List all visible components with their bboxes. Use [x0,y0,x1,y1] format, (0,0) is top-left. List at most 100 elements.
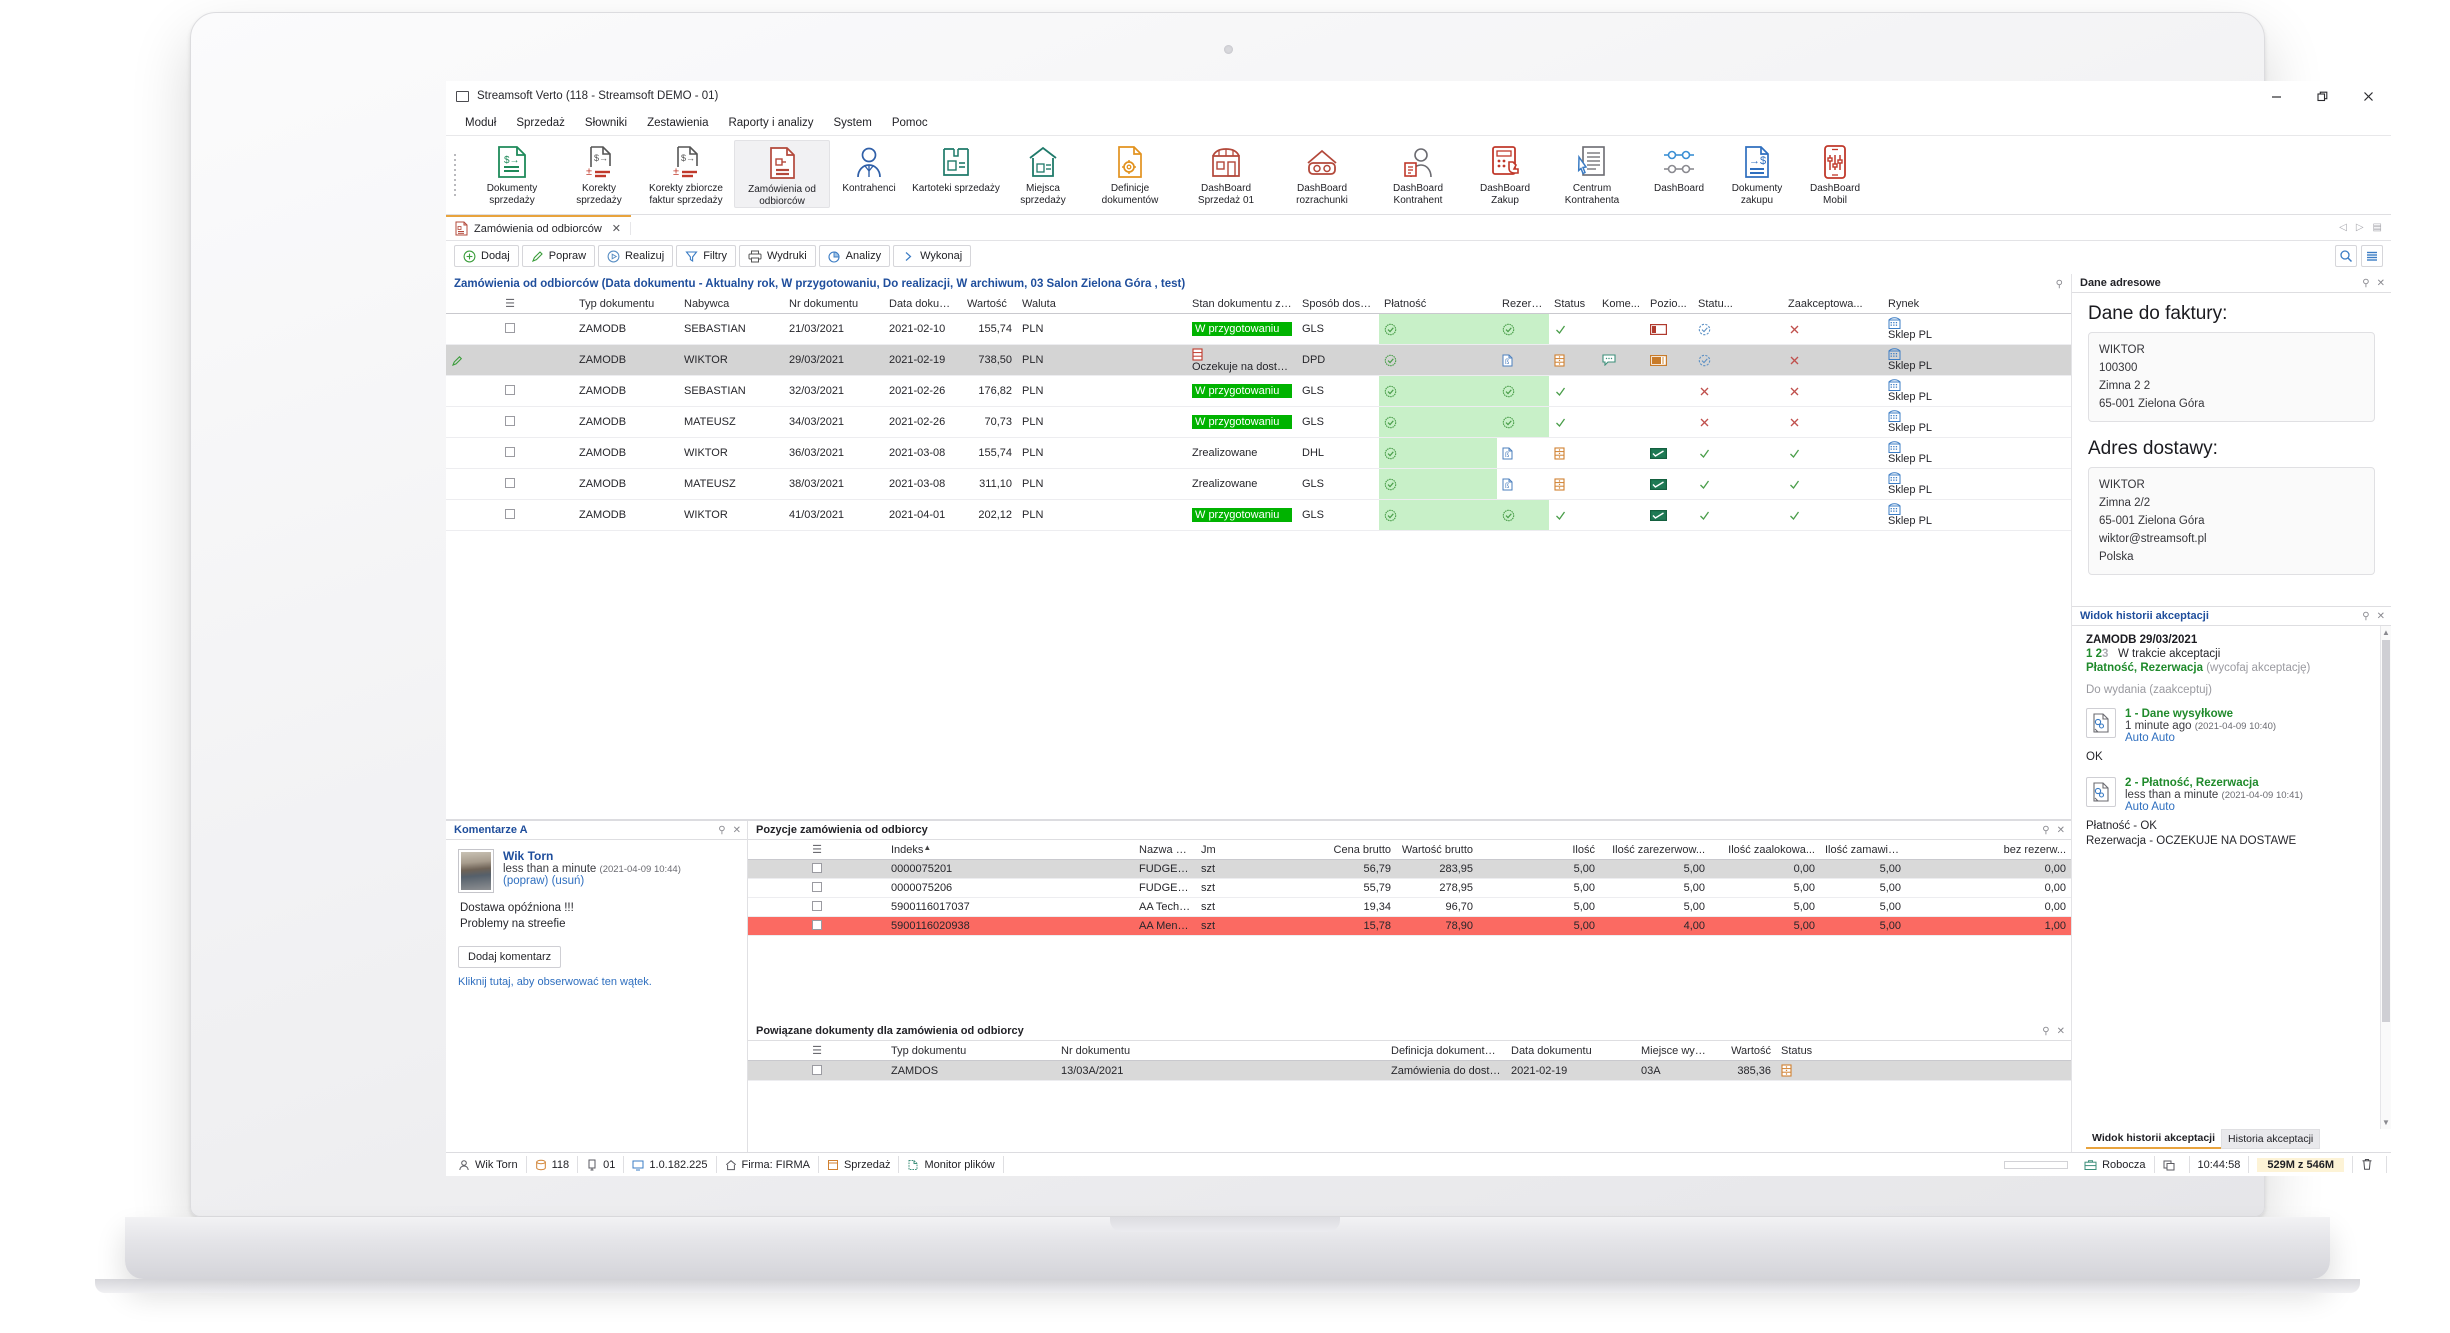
related-column-4[interactable]: Miejsce wystawienia▲ [1636,1041,1716,1061]
ribbon-item-dashboard-nodes[interactable]: DashBoard [1640,140,1718,195]
pin-icon[interactable]: ⚲ [2362,278,2369,289]
items-column-2[interactable]: Jm [1196,840,1290,860]
related-column-3[interactable]: Data dokumentu [1506,1041,1636,1061]
row-checkbox[interactable] [812,920,822,930]
tab-close-icon[interactable]: ✕ [612,222,621,235]
row-select-cell[interactable] [748,916,886,936]
status-item-monitor[interactable]: 1.0.182.225 [624,1156,717,1173]
acceptance-entry-user[interactable]: Auto Auto [2125,732,2276,744]
table-row[interactable]: 0000075201FUDGE PROFESSIONAL Blow Dry Aq… [748,859,2071,879]
restore-button[interactable] [2299,81,2345,111]
menu-item-3[interactable]: Zestawienia [638,114,717,132]
status-item-server[interactable]: 01 [578,1156,625,1173]
table-row[interactable]: ZAMODB SEBASTIAN 21/03/2021 2021-02-10 155,7… [446,313,2071,345]
row-checkbox[interactable] [812,863,822,873]
row-select-cell[interactable] [446,499,574,531]
ribbon-drag-handle[interactable] [446,140,464,212]
status-item-text-2[interactable]: 10:44:58 [2190,1156,2250,1173]
row-checkbox[interactable] [505,509,515,519]
table-row[interactable]: ZAMDOS13/03A/2021Zamówienia do dostawców… [748,1060,2071,1081]
filtry-button[interactable]: Filtry [676,245,737,267]
dodaj-button[interactable]: Dodaj [454,245,519,267]
orders-column-8[interactable]: Płatność [1379,294,1497,314]
items-column-9[interactable]: bez rezerw... [1906,840,2071,860]
orders-column-12[interactable]: Pozio... [1645,294,1693,314]
wydruki-button[interactable]: Wydruki [739,245,816,267]
row-checkbox[interactable] [505,478,515,488]
scroll-down-icon[interactable]: ▼ [2381,1116,2391,1129]
pin-icon[interactable]: ⚲ [718,825,725,836]
tab-next-icon[interactable]: ▷ [2356,222,2364,233]
items-column-5[interactable]: Ilość [1478,840,1600,860]
row-select-cell[interactable] [748,859,886,879]
table-row[interactable]: 5900116017037AA Technologia Wieku 40+ Mu… [748,897,2071,917]
ribbon-item-contractor-center[interactable]: Centrum Kontrahenta [1544,140,1640,206]
items-column-6[interactable]: Ilość zarezerwow... [1600,840,1710,860]
orders-column-5[interactable]: Waluta [1017,294,1187,314]
list-menu-icon[interactable] [2361,245,2383,267]
column-menu-icon[interactable]: ☰ [505,298,515,310]
orders-column-9[interactable]: Rezerwacja [1497,294,1549,314]
orders-column-11[interactable]: Kome... [1597,294,1645,314]
acceptance-withdraw-link[interactable]: (wycofaj akceptację) [2206,662,2310,674]
ribbon-item-dashboard-shop[interactable]: DashBoard Sprzedaż 01 [1178,140,1274,206]
items-column-1[interactable]: Nazwa krótka [1134,840,1196,860]
row-checkbox[interactable] [812,1064,822,1075]
table-row[interactable]: ZAMODB MATEUSZ 34/03/2021 2021-02-26 70,73 PL… [446,406,2071,438]
row-select-cell[interactable] [446,406,574,438]
ribbon-item-document-sales[interactable]: $→ Dokumenty sprzedaży [464,140,560,206]
close-icon[interactable]: ✕ [733,825,741,836]
scrollbar-thumb[interactable] [2382,640,2390,1023]
orders-column-1[interactable]: Nabywca [679,294,784,314]
row-select-cell[interactable] [748,878,886,898]
menu-item-2[interactable]: Słowniki [576,114,636,132]
items-column-3[interactable]: Cena brutto [1290,840,1396,860]
ribbon-item-dashboard-glasses[interactable]: DashBoard rozrachunki [1274,140,1370,206]
table-row[interactable]: ZAMODB WIKTOR 29/03/2021 2021-02-19 738,50 PL… [446,344,2071,376]
close-button[interactable] [2345,81,2391,111]
ribbon-item-customer-orders[interactable]: Zamówienia od odbiorców [734,140,830,208]
table-row[interactable]: ZAMODB SEBASTIAN 32/03/2021 2021-02-26 176,8… [446,375,2071,407]
table-row[interactable]: ZAMODB MATEUSZ 38/03/2021 2021-03-08 311,10 P… [446,468,2071,500]
ribbon-item-dashboard-calculator[interactable]: DashBoard Zakup [1466,140,1544,206]
menu-item-5[interactable]: System [825,114,881,132]
menu-item-4[interactable]: Raporty i analizy [719,114,822,132]
row-select-cell[interactable] [748,1060,886,1081]
status-item-windows[interactable] [2155,1156,2190,1173]
acceptance-tab-1[interactable]: Historia akceptacji [2221,1129,2321,1149]
pin-icon[interactable]: ⚲ [2042,825,2049,836]
ribbon-item-sales-records[interactable]: Kartoteki sprzedaży [908,140,1004,195]
orders-column-menu[interactable]: ☰ [446,294,574,314]
orders-column-15[interactable]: Rynek [1883,294,2071,314]
add-comment-button[interactable]: Dodaj komentarz [458,946,562,968]
status-item-files[interactable]: Monitor plików [899,1156,1004,1173]
row-checkbox[interactable] [812,882,822,892]
wykonaj-button[interactable]: Wykonaj [893,245,972,267]
orders-column-6[interactable]: Stan dokumentu zamówienia [1187,294,1297,314]
analizy-button[interactable]: Analizy [818,245,891,267]
acceptance-tab-0[interactable]: Widok historii akceptacji [2086,1129,2222,1149]
close-icon[interactable]: ✕ [2057,825,2065,836]
close-icon[interactable]: ✕ [2377,278,2385,289]
ribbon-item-bulk-correction[interactable]: $→ ± Korekty zbiorcze faktur sprzedaży [638,140,734,206]
close-icon[interactable]: ✕ [2377,611,2385,622]
row-select-cell[interactable] [446,344,574,376]
row-select-cell[interactable] [446,313,574,345]
row-checkbox[interactable] [505,416,515,426]
search-icon[interactable] [2335,245,2357,267]
table-row[interactable]: 5900116020938AA Men 30+ Energy Żel do tw… [748,916,2071,936]
tab-prev-icon[interactable]: ◁ [2339,222,2347,233]
tab-list-icon[interactable]: ▤ [2373,222,2382,233]
acceptance-scrollbar[interactable]: ▲ ▼ [2380,626,2391,1129]
items-column-4[interactable]: Wartość brutto [1396,840,1478,860]
acceptance-next-stage[interactable]: Do wydania (zaakceptuj) [2086,684,2377,696]
related-column-menu[interactable]: ☰ [748,1041,886,1061]
ribbon-item-sales-correction[interactable]: $→ ± Korekty sprzedaży [560,140,638,206]
related-column-2[interactable]: Definicja dokumentu - Nazwa [1386,1041,1506,1061]
tab-zamowienia-od-odbiorcow[interactable]: Zamówienia od odbiorców ✕ [446,215,632,240]
items-column-0[interactable]: Indeks▲ [886,840,1134,860]
status-item-briefcase[interactable]: Robocza [2076,1156,2155,1173]
popraw-button[interactable]: Popraw [521,245,596,267]
status-item-database[interactable]: 118 [527,1156,579,1173]
items-column-7[interactable]: Ilość zaalokowa... [1710,840,1820,860]
